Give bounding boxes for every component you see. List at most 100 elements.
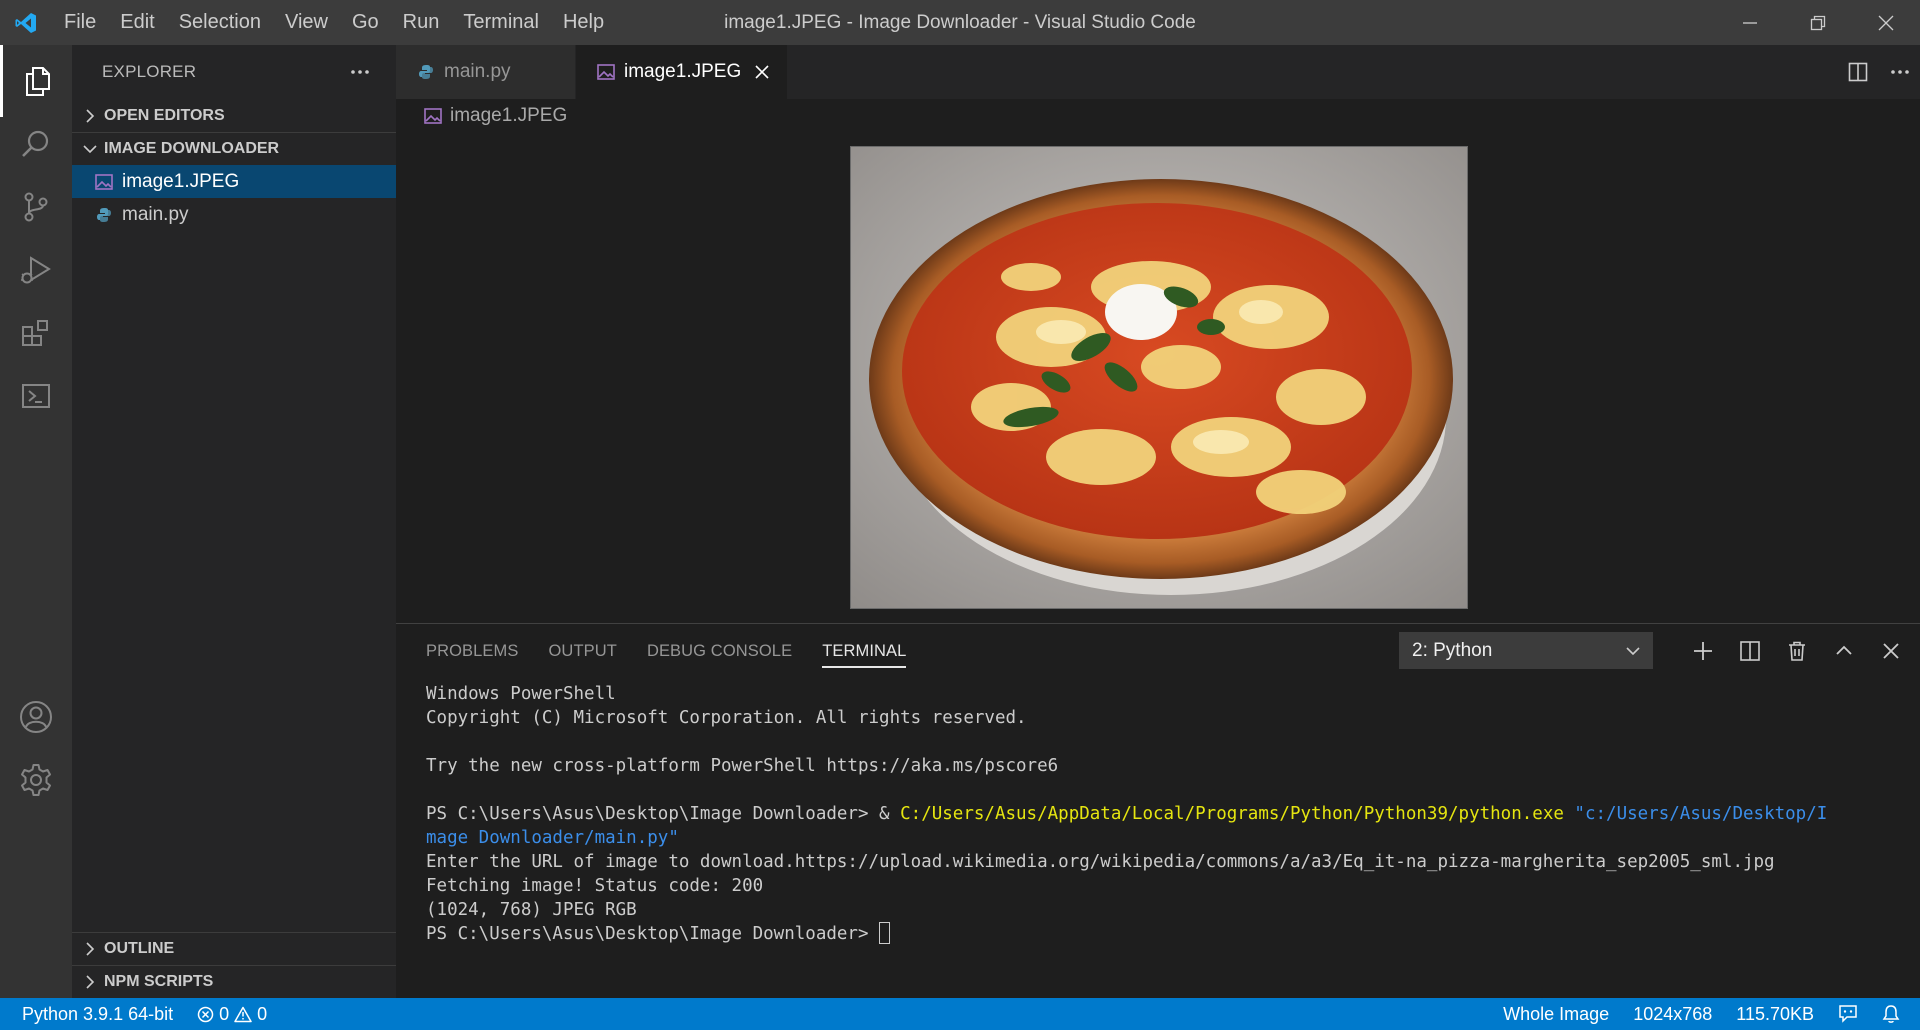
error-count: 0: [219, 1003, 230, 1024]
run-debug-button[interactable]: [0, 234, 72, 306]
more-actions-icon[interactable]: [350, 69, 370, 75]
terminal-line: (1024, 768) JPEG RGB: [426, 900, 637, 920]
notifications-bell-icon[interactable]: [1882, 1004, 1900, 1024]
minimize-icon: [1743, 21, 1757, 24]
sidebar-header: EXPLORER: [72, 45, 396, 99]
title-bar: File Edit Selection View Go Run Terminal…: [0, 0, 1920, 45]
status-bar-left: Python 3.9.1 64-bit 0 0: [0, 1004, 267, 1025]
new-terminal-icon[interactable]: [1692, 640, 1714, 662]
pizza-image: [851, 147, 1467, 608]
python-file-icon: [94, 205, 114, 225]
more-actions-icon[interactable]: [1890, 69, 1910, 75]
tab-debug-console[interactable]: DEBUG CONSOLE: [647, 624, 792, 678]
editor-tab-bar: main.py image1.JPEG: [396, 45, 1920, 99]
chevron-down-icon: [1626, 646, 1640, 655]
image-file-icon: [596, 62, 616, 82]
terminal-exe-path: C:/Users/Asus/AppData/Local/Programs/Pyt…: [900, 804, 1564, 824]
close-tab-icon[interactable]: [755, 65, 769, 79]
files-icon: [25, 67, 50, 96]
close-window-button[interactable]: [1852, 0, 1920, 45]
explorer-sidebar: EXPLORER OPEN EDITORS IMAGE DOWNLOADER i…: [72, 45, 396, 998]
image-preview: [850, 146, 1468, 609]
open-editors-label: OPEN EDITORS: [104, 106, 225, 124]
tab-terminal[interactable]: TERMINAL: [822, 624, 907, 678]
terminal-select-value: 2: Python: [1412, 639, 1493, 661]
npm-scripts-label: NPM SCRIPTS: [104, 973, 214, 990]
chevron-right-icon: [80, 942, 100, 956]
menu-edit[interactable]: Edit: [108, 0, 166, 45]
tab-output[interactable]: OUTPUT: [549, 624, 617, 678]
menu-terminal[interactable]: Terminal: [451, 0, 551, 45]
terminal-prompt: PS C:\Users\Asus\Desktop\Image Downloade…: [426, 804, 901, 824]
sidebar-bottom-sections: OUTLINE NPM SCRIPTS: [72, 932, 396, 998]
manage-button[interactable]: [0, 744, 72, 816]
menu-go[interactable]: Go: [340, 0, 391, 45]
settings-gear-icon: [21, 764, 51, 796]
accounts-button[interactable]: [0, 681, 72, 753]
close-icon: [1878, 15, 1894, 30]
chevron-down-icon: [80, 143, 100, 155]
outline-label: OUTLINE: [104, 940, 175, 957]
file-item-image1[interactable]: image1.JPEG: [72, 165, 396, 198]
extensions-icon: [22, 320, 48, 346]
menu-run[interactable]: Run: [391, 0, 452, 45]
chevron-right-icon: [80, 975, 100, 989]
warning-icon: [234, 1006, 252, 1022]
breadcrumb[interactable]: image1.JPEG: [396, 99, 1920, 132]
source-control-button[interactable]: [0, 171, 72, 243]
feedback-icon[interactable]: [1838, 1004, 1858, 1024]
panel-tab-bar: PROBLEMS OUTPUT DEBUG CONSOLE TERMINAL 2…: [396, 624, 1920, 678]
remote-explorer-button[interactable]: [0, 360, 72, 432]
terminal-select[interactable]: 2: Python: [1399, 632, 1653, 669]
image-zoom[interactable]: Whole Image: [1503, 1004, 1609, 1025]
vscode-logo-icon: [0, 0, 52, 45]
status-bar: Python 3.9.1 64-bit 0 0 Whole Image 1024…: [0, 998, 1920, 1030]
search-button[interactable]: [0, 108, 72, 180]
extensions-button[interactable]: [0, 297, 72, 369]
outline-section[interactable]: OUTLINE: [72, 932, 396, 965]
search-icon: [22, 130, 49, 157]
npm-scripts-section[interactable]: NPM SCRIPTS: [72, 965, 396, 998]
python-file-icon: [416, 62, 436, 82]
file-item-main-py[interactable]: main.py: [72, 198, 396, 231]
window-controls: [1716, 0, 1920, 45]
remote-explorer-icon: [22, 384, 50, 408]
terminal-line: Enter the URL of image to download.https…: [426, 852, 1775, 872]
minimize-button[interactable]: [1716, 0, 1784, 45]
status-bar-right: Whole Image 1024x768 115.70KB: [1503, 998, 1900, 1030]
sidebar-title: EXPLORER: [102, 62, 197, 81]
close-panel-icon[interactable]: [1880, 640, 1902, 662]
problems-indicator[interactable]: 0 0: [197, 1004, 267, 1025]
breadcrumb-label: image1.JPEG: [450, 104, 568, 126]
tab-label: image1.JPEG: [624, 61, 742, 82]
terminal-line: Windows PowerShell: [426, 684, 616, 704]
restore-icon: [1810, 15, 1826, 30]
menu-selection[interactable]: Selection: [167, 0, 273, 45]
tab-problems[interactable]: PROBLEMS: [426, 624, 519, 678]
tab-main-py[interactable]: main.py: [396, 45, 576, 99]
menu-file[interactable]: File: [52, 0, 108, 45]
open-editors-section[interactable]: OPEN EDITORS: [72, 99, 396, 132]
terminal-command-line: PS C:\Users\Asus\Desktop\Image Downloade…: [426, 802, 1920, 826]
restore-button[interactable]: [1784, 0, 1852, 45]
run-debug-icon: [21, 256, 51, 284]
terminal-line: Try the new cross-platform PowerShell ht…: [426, 756, 1059, 776]
trash-icon[interactable]: [1786, 640, 1808, 662]
split-terminal-icon[interactable]: [1739, 640, 1761, 662]
activity-bar: [0, 45, 72, 998]
menu-view[interactable]: View: [273, 0, 340, 45]
source-control-icon: [24, 192, 48, 222]
tab-image1[interactable]: image1.JPEG: [576, 45, 789, 99]
folder-section[interactable]: IMAGE DOWNLOADER: [72, 132, 396, 165]
split-editor-icon[interactable]: [1848, 62, 1868, 82]
menu-help[interactable]: Help: [551, 0, 616, 45]
image-dimensions: 1024x768: [1633, 1003, 1713, 1024]
terminal-output[interactable]: Windows PowerShell Copyright (C) Microsof…: [396, 678, 1920, 946]
chevron-up-icon[interactable]: [1833, 640, 1855, 662]
file-name: image1.JPEG: [122, 170, 240, 192]
explorer-button[interactable]: [0, 45, 72, 117]
python-interpreter[interactable]: Python 3.9.1 64-bit: [22, 1004, 173, 1025]
chevron-right-icon: [80, 108, 100, 123]
